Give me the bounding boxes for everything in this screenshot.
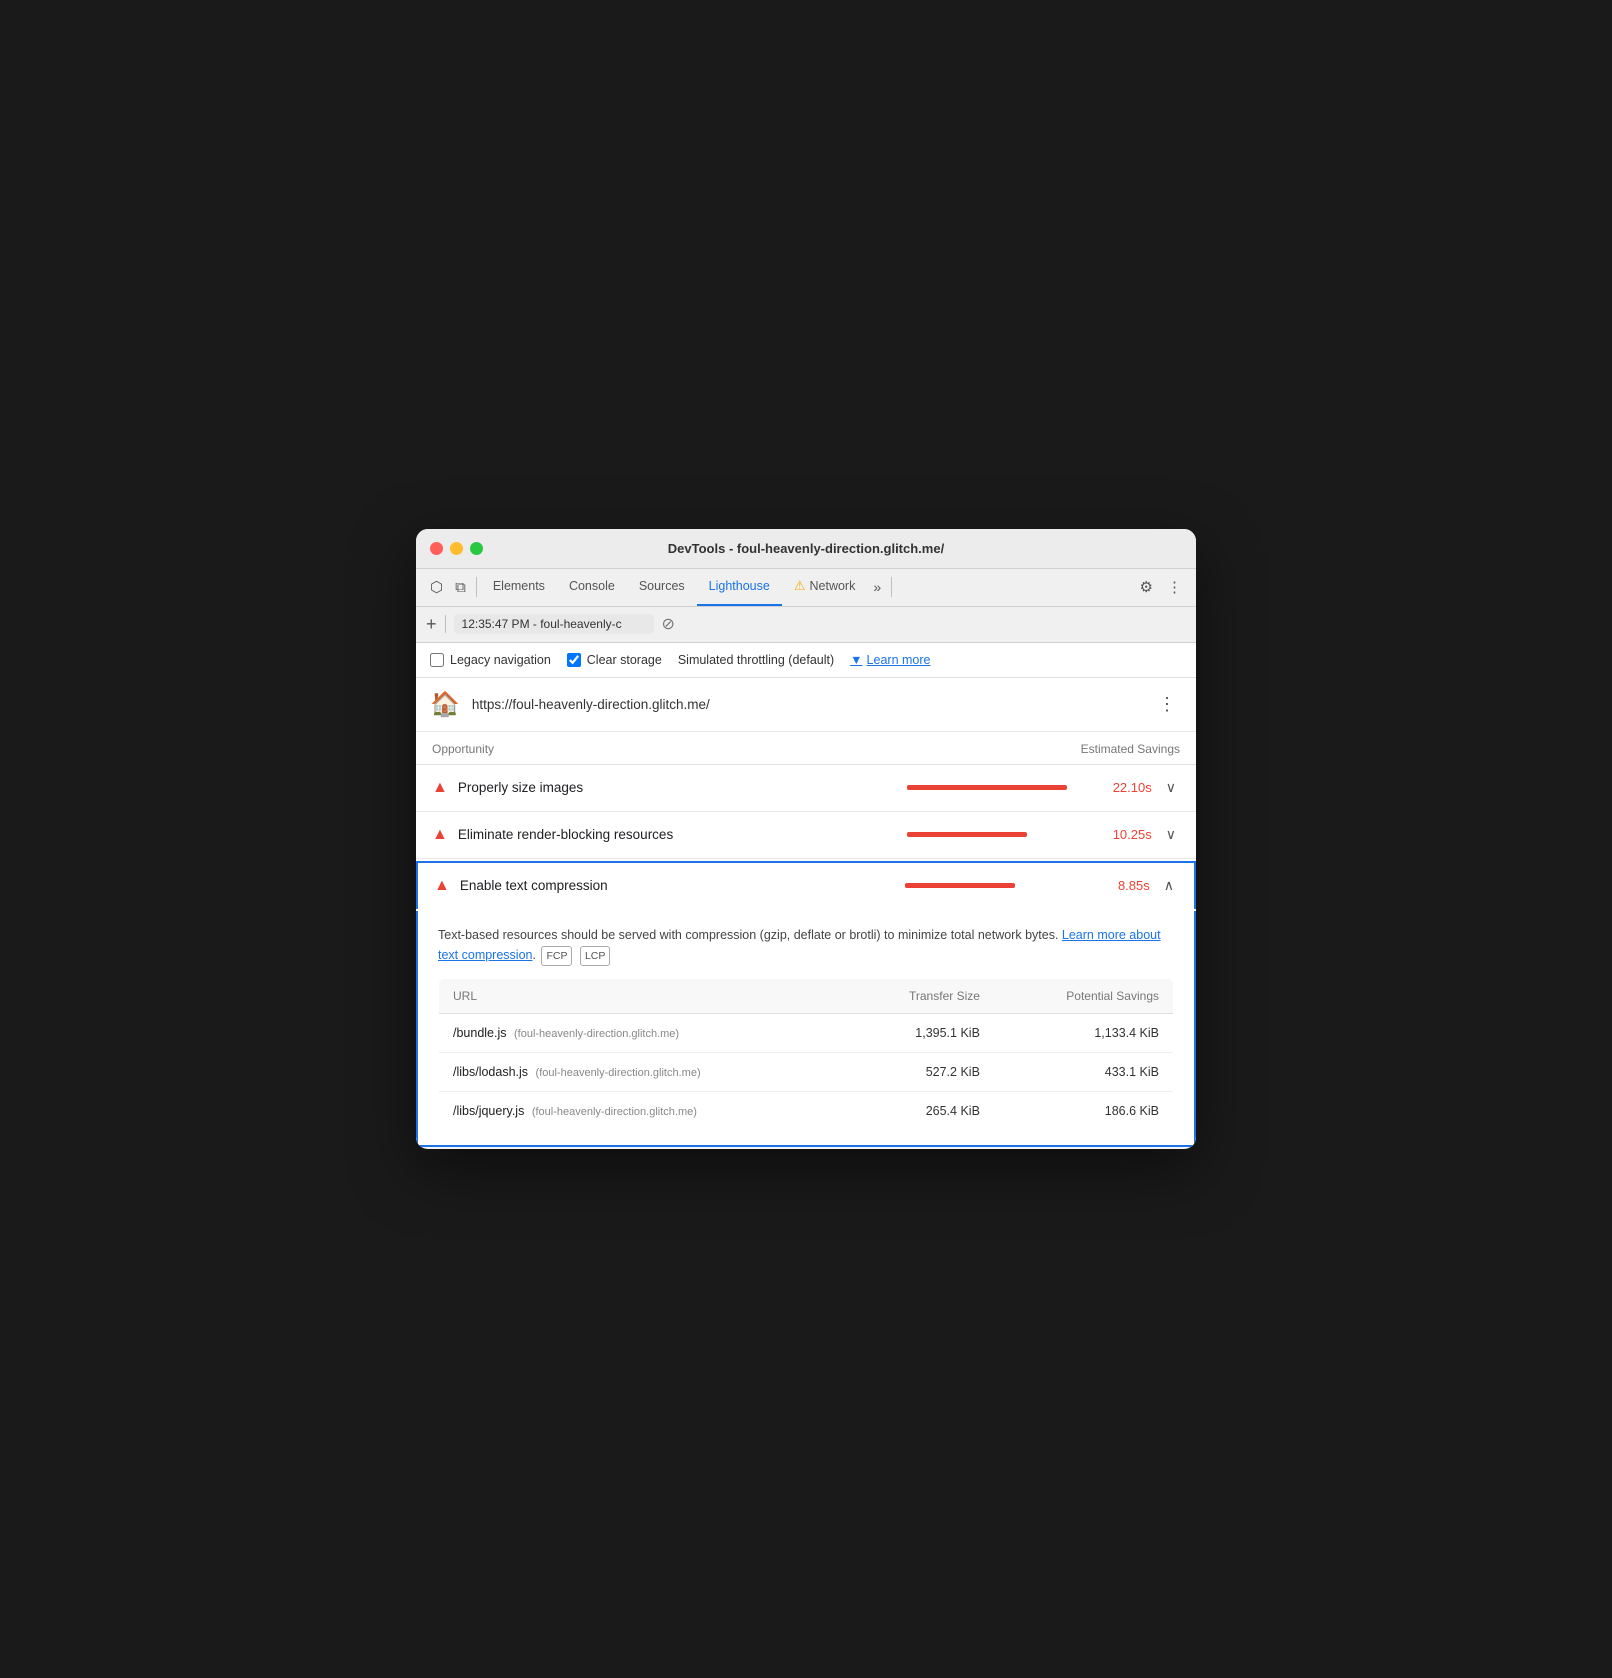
clear-storage-checkbox[interactable] xyxy=(567,653,581,667)
audit-url: https://foul-heavenly-direction.glitch.m… xyxy=(472,697,1140,712)
tab-divider-2 xyxy=(891,577,892,597)
content-area: Opportunity Estimated Savings ▲ Properly… xyxy=(416,732,1196,1148)
more-tabs-button[interactable]: » xyxy=(867,579,887,595)
address-bar: + ⊘ xyxy=(416,607,1196,643)
red-bar xyxy=(907,785,1067,790)
opportunity-header: Opportunity Estimated Savings xyxy=(416,732,1196,765)
table-row: /libs/jquery.js (foul-heavenly-direction… xyxy=(439,1092,1174,1131)
audit-title-text-compression: Enable text compression xyxy=(460,878,895,893)
tab-elements[interactable]: Elements xyxy=(481,568,557,606)
url-row: 🏠 https://foul-heavenly-direction.glitch… xyxy=(416,678,1196,732)
warning-triangle-icon: ▲ xyxy=(432,779,448,797)
audit-row-text-compression[interactable]: ▲ Enable text compression 8.85s ∧ xyxy=(416,861,1196,909)
url-menu-button[interactable]: ⋮ xyxy=(1152,692,1182,717)
row-transfer-jquery: 265.4 KiB xyxy=(847,1092,994,1131)
legacy-nav-group[interactable]: Legacy navigation xyxy=(430,653,551,667)
savings-bar-text-compression xyxy=(905,883,1085,888)
window-title: DevTools - foul-heavenly-direction.glitc… xyxy=(668,541,944,556)
compression-table: URL Transfer Size Potential Savings /bun… xyxy=(438,978,1174,1131)
row-url-jquery: /libs/jquery.js (foul-heavenly-direction… xyxy=(439,1092,848,1131)
row-url-bundle: /bundle.js (foul-heavenly-direction.glit… xyxy=(439,1014,848,1053)
legacy-nav-label: Legacy navigation xyxy=(450,653,551,667)
network-warning-icon: ⚠ xyxy=(794,578,806,594)
settings-icon[interactable]: ⚙ xyxy=(1134,574,1159,600)
text-compression-expanded: Text-based resources should be served wi… xyxy=(416,911,1196,1148)
row-savings-jquery: 186.6 KiB xyxy=(994,1092,1174,1131)
savings-bar-render-blocking xyxy=(907,832,1087,837)
savings-bar-size-images xyxy=(907,785,1087,790)
fcp-badge: FCP xyxy=(541,946,572,967)
title-bar: DevTools - foul-heavenly-direction.glitc… xyxy=(416,529,1196,569)
collapse-text-compression-button[interactable]: ∧ xyxy=(1160,877,1178,894)
audit-title-render-blocking: Eliminate render-blocking resources xyxy=(458,827,897,842)
lcp-badge: LCP xyxy=(580,946,610,967)
maximize-button[interactable] xyxy=(470,542,483,555)
expand-size-images-button[interactable]: ∨ xyxy=(1162,779,1180,796)
devtools-window: DevTools - foul-heavenly-direction.glitc… xyxy=(416,529,1196,1150)
description-text: Text-based resources should be served wi… xyxy=(438,925,1174,967)
clear-storage-group[interactable]: Clear storage xyxy=(567,653,662,667)
lighthouse-icon: 🏠 xyxy=(430,690,460,719)
cursor-icon[interactable]: ⬡ xyxy=(424,574,449,600)
dropdown-icon: ▼ xyxy=(850,653,862,667)
savings-value-render-blocking: 10.25s xyxy=(1097,827,1152,842)
col-savings: Potential Savings xyxy=(994,979,1174,1014)
opportunity-label: Opportunity xyxy=(432,742,494,756)
minimize-button[interactable] xyxy=(450,542,463,555)
tab-console[interactable]: Console xyxy=(557,568,627,606)
audit-row-size-images[interactable]: ▲ Properly size images 22.10s ∨ xyxy=(416,765,1196,812)
tab-lighthouse[interactable]: Lighthouse xyxy=(697,568,782,606)
block-icon: ⊘ xyxy=(662,614,675,634)
table-header-row: URL Transfer Size Potential Savings xyxy=(439,979,1174,1014)
learn-more-button[interactable]: ▼ Learn more xyxy=(850,653,930,667)
estimated-savings-label: Estimated Savings xyxy=(1081,742,1180,756)
clear-storage-label: Clear storage xyxy=(587,653,662,667)
address-input[interactable] xyxy=(454,614,654,634)
add-tab-button[interactable]: + xyxy=(426,615,437,633)
row-savings-bundle: 1,133.4 KiB xyxy=(994,1014,1174,1053)
tabs-bar: ⬡ ⧉ Elements Console Sources Lighthouse … xyxy=(416,569,1196,607)
audit-title-size-images: Properly size images xyxy=(458,780,897,795)
table-row: /bundle.js (foul-heavenly-direction.glit… xyxy=(439,1014,1174,1053)
close-button[interactable] xyxy=(430,542,443,555)
more-options-icon[interactable]: ⋮ xyxy=(1161,574,1188,600)
options-bar: Legacy navigation Clear storage Simulate… xyxy=(416,643,1196,678)
col-url: URL xyxy=(439,979,848,1014)
col-transfer: Transfer Size xyxy=(847,979,994,1014)
row-transfer-lodash: 527.2 KiB xyxy=(847,1053,994,1092)
expand-render-blocking-button[interactable]: ∨ xyxy=(1162,826,1180,843)
red-bar-2 xyxy=(907,832,1027,837)
audit-row-render-blocking[interactable]: ▲ Eliminate render-blocking resources 10… xyxy=(416,812,1196,859)
traffic-lights xyxy=(430,542,483,555)
table-row: /libs/lodash.js (foul-heavenly-direction… xyxy=(439,1053,1174,1092)
row-transfer-bundle: 1,395.1 KiB xyxy=(847,1014,994,1053)
savings-value-size-images: 22.10s xyxy=(1097,780,1152,795)
address-divider xyxy=(445,615,446,633)
tab-network[interactable]: ⚠ Network xyxy=(782,568,868,606)
red-bar-3 xyxy=(905,883,1015,888)
tab-sources[interactable]: Sources xyxy=(627,568,697,606)
tab-divider xyxy=(476,577,477,597)
tab-settings-group: ⚙ ⋮ xyxy=(1134,574,1188,600)
savings-value-text-compression: 8.85s xyxy=(1095,878,1150,893)
warning-triangle-icon-2: ▲ xyxy=(432,826,448,844)
inspect-icon[interactable]: ⧉ xyxy=(449,575,472,600)
throttle-label: Simulated throttling (default) xyxy=(678,653,834,667)
warning-triangle-icon-3: ▲ xyxy=(434,877,450,895)
row-url-lodash: /libs/lodash.js (foul-heavenly-direction… xyxy=(439,1053,848,1092)
legacy-nav-checkbox[interactable] xyxy=(430,653,444,667)
row-savings-lodash: 433.1 KiB xyxy=(994,1053,1174,1092)
